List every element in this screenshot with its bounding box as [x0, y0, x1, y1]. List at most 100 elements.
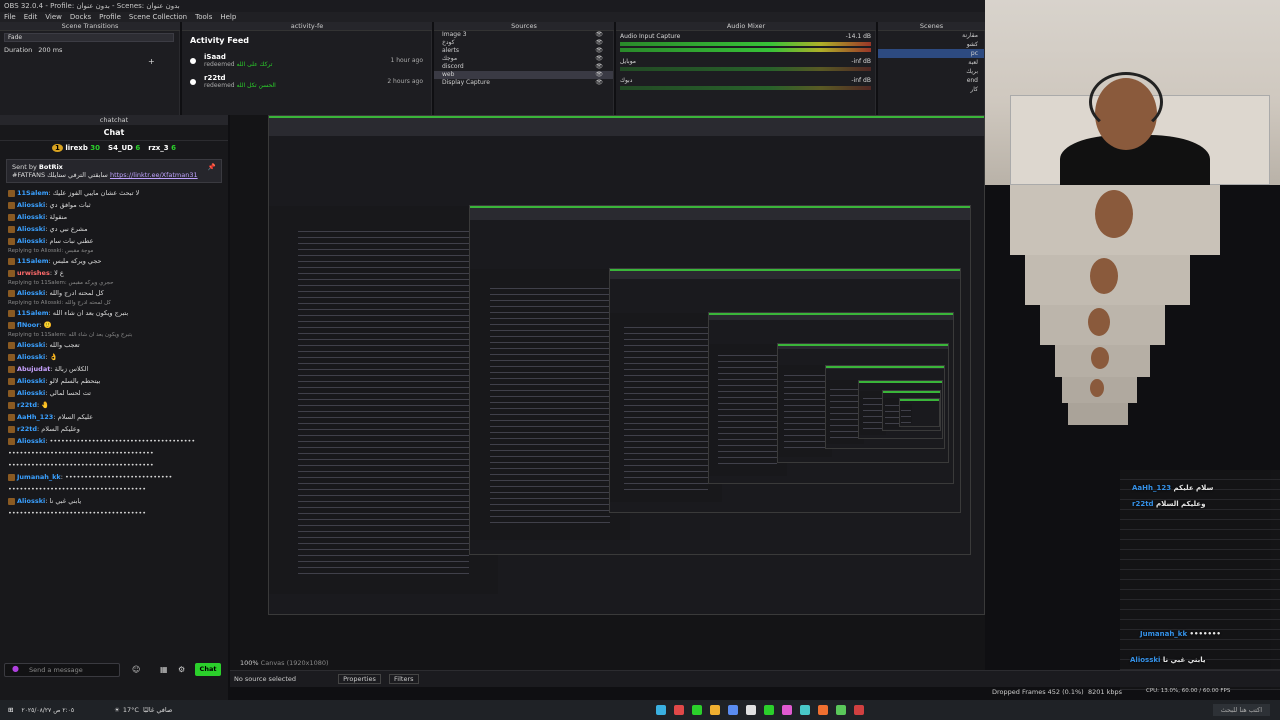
- chat-message[interactable]: Abujudat: الكلاس زبالة: [0, 363, 228, 375]
- pinned-message[interactable]: Sent by BotRix 📌 #FATFANS سابقتي الترفي …: [6, 159, 222, 183]
- search-box[interactable]: اكتب هنا للبحث: [1212, 704, 1270, 716]
- chat-username[interactable]: Aliosski: [17, 225, 45, 233]
- app-icon[interactable]: [764, 705, 775, 715]
- menu-profile[interactable]: Profile: [99, 12, 121, 22]
- mic-icon[interactable]: ●: [12, 664, 19, 673]
- eye-icon[interactable]: 👁: [595, 55, 603, 63]
- chat-message[interactable]: Aliosski: ••••••••••••••••••••••••••••••…: [0, 435, 228, 447]
- eye-icon[interactable]: 👁: [595, 71, 603, 79]
- scene-item[interactable]: end: [878, 76, 984, 85]
- gifter-1[interactable]: 1 lirexb 30: [52, 144, 100, 152]
- source-item[interactable]: alerts 👁: [434, 47, 613, 55]
- chat-message[interactable]: ••••••••••••••••••••••••••••••••••••••: [0, 447, 228, 459]
- transition-select[interactable]: Fade: [4, 33, 174, 42]
- scene-item[interactable]: مقارنة: [878, 31, 984, 40]
- chat-username[interactable]: Aliosski: [17, 389, 45, 397]
- chat-message[interactable]: Aliosski: كل لمحته ادرج والله: [0, 287, 228, 299]
- chat-message[interactable]: AaHh_123: عليكم السلام: [0, 411, 228, 423]
- chat-username[interactable]: Abujudat: [17, 365, 50, 373]
- menu-docks[interactable]: Docks: [70, 12, 91, 22]
- chat-message[interactable]: ••••••••••••••••••••••••••••••••••••: [0, 483, 228, 495]
- chat-message[interactable]: 11Salem: حجي ويركه ملبس: [0, 255, 228, 267]
- menu-view[interactable]: View: [45, 12, 62, 22]
- chat-message[interactable]: ••••••••••••••••••••••••••••••••••••: [0, 507, 228, 519]
- chat-username[interactable]: Aliosski: [17, 213, 45, 221]
- emote-icon[interactable]: ☺: [132, 665, 140, 674]
- chat-message[interactable]: flNoor: 🙂: [0, 319, 228, 331]
- chat-message[interactable]: 11Salem: بتبرج ويكون بعد ان شاء الله: [0, 307, 228, 319]
- eye-icon[interactable]: 👁: [595, 79, 603, 87]
- app-icon[interactable]: [854, 705, 865, 715]
- menu-edit[interactable]: Edit: [24, 12, 38, 22]
- chat-username[interactable]: urwishes: [17, 269, 50, 277]
- app-icon[interactable]: [818, 705, 829, 715]
- chat-message[interactable]: Aliosski: تعجب والله: [0, 339, 228, 351]
- scene-item-selected[interactable]: pc: [878, 49, 984, 58]
- send-chat-button[interactable]: Chat: [195, 663, 221, 676]
- app-icon[interactable]: [782, 705, 793, 715]
- eye-icon[interactable]: 👁: [595, 63, 603, 71]
- clock[interactable]: ٢:٠٥ ص ٢٠٢٥/٠٨/٢٧: [21, 707, 74, 714]
- chat-username[interactable]: 11Salem: [17, 309, 49, 317]
- chat-username[interactable]: Aliosski: [17, 289, 45, 297]
- chat-username[interactable]: Aliosski: [17, 353, 45, 361]
- grid-icon[interactable]: ▦: [160, 665, 168, 674]
- add-transition-icon[interactable]: +: [148, 57, 155, 66]
- chat-username[interactable]: Aliosski: [17, 341, 45, 349]
- chat-message[interactable]: Aliosski: بيتحطم بالسلم لالو: [0, 375, 228, 387]
- menu-help[interactable]: Help: [220, 12, 236, 22]
- source-item[interactable]: موجك 👁: [434, 55, 613, 63]
- chat-username[interactable]: r22td: [17, 425, 37, 433]
- gear-icon[interactable]: ⚙: [178, 665, 185, 674]
- source-item[interactable]: كودخ 👁: [434, 39, 613, 47]
- app-icon[interactable]: [692, 705, 703, 715]
- chat-username[interactable]: AaHh_123: [17, 413, 53, 421]
- filters-button[interactable]: Filters: [389, 674, 419, 684]
- chat-username[interactable]: Aliosski: [17, 377, 45, 385]
- weather-icon[interactable]: ☀: [114, 706, 120, 714]
- duration-input[interactable]: 200 ms: [38, 46, 62, 54]
- app-icon[interactable]: [836, 705, 847, 715]
- source-item[interactable]: Image 3 👁: [434, 31, 613, 39]
- scene-item[interactable]: بريك: [878, 67, 984, 76]
- menu-scene-collection[interactable]: Scene Collection: [129, 12, 187, 22]
- app-icon[interactable]: [710, 705, 721, 715]
- gifter-2[interactable]: S4_UD 6: [108, 144, 140, 152]
- chat-message[interactable]: Aliosski: تت لحسا لمالي: [0, 387, 228, 399]
- app-icon[interactable]: [674, 705, 685, 715]
- chat-message[interactable]: urwishes: ع لا: [0, 267, 228, 279]
- chat-username[interactable]: Aliosski: [17, 497, 45, 505]
- chat-message[interactable]: Aliosski: عطني نبات سام: [0, 235, 228, 247]
- chat-message[interactable]: r22td: 🤚: [0, 399, 228, 411]
- chat-username[interactable]: Aliosski: [17, 201, 45, 209]
- source-item[interactable]: Display Capture 👁: [434, 79, 613, 87]
- chat-username[interactable]: 11Salem: [17, 257, 49, 265]
- chat-message[interactable]: r22td: وعليكم السلام: [0, 423, 228, 435]
- start-icon[interactable]: ⊞: [8, 706, 13, 714]
- chat-username[interactable]: flNoor: [17, 321, 39, 329]
- scene-item[interactable]: لعبة: [878, 58, 984, 67]
- chat-input[interactable]: Send a message: [4, 663, 120, 677]
- scene-item[interactable]: كشو: [878, 40, 984, 49]
- pin-icon[interactable]: 📌: [208, 163, 216, 171]
- menu-tools[interactable]: Tools: [195, 12, 212, 22]
- chat-username[interactable]: r22td: [17, 401, 37, 409]
- chat-username[interactable]: 11Salem: [17, 189, 49, 197]
- chat-username[interactable]: Aliosski: [17, 437, 45, 445]
- source-item-selected[interactable]: web 👁: [434, 71, 613, 79]
- gifter-3[interactable]: rzx_3 6: [148, 144, 176, 152]
- menu-file[interactable]: File: [4, 12, 16, 22]
- activity-item[interactable]: r22td redeemed الحسن تكل الله 2 hours ag…: [182, 71, 431, 92]
- chat-username[interactable]: Aliosski: [17, 237, 45, 245]
- scene-item[interactable]: كار: [878, 85, 984, 94]
- eye-icon[interactable]: 👁: [595, 31, 603, 39]
- chat-message[interactable]: Aliosski: 👌: [0, 351, 228, 363]
- eye-icon[interactable]: 👁: [595, 47, 603, 55]
- source-item[interactable]: discord 👁: [434, 63, 613, 71]
- app-icon[interactable]: [728, 705, 739, 715]
- preview-canvas[interactable]: [230, 115, 985, 670]
- app-icon[interactable]: [800, 705, 811, 715]
- chat-message[interactable]: Jumanah_kk: ••••••••••••••••••••••••••••: [0, 471, 228, 483]
- app-icon[interactable]: [656, 705, 667, 715]
- chat-message[interactable]: ••••••••••••••••••••••••••••••••••••••: [0, 459, 228, 471]
